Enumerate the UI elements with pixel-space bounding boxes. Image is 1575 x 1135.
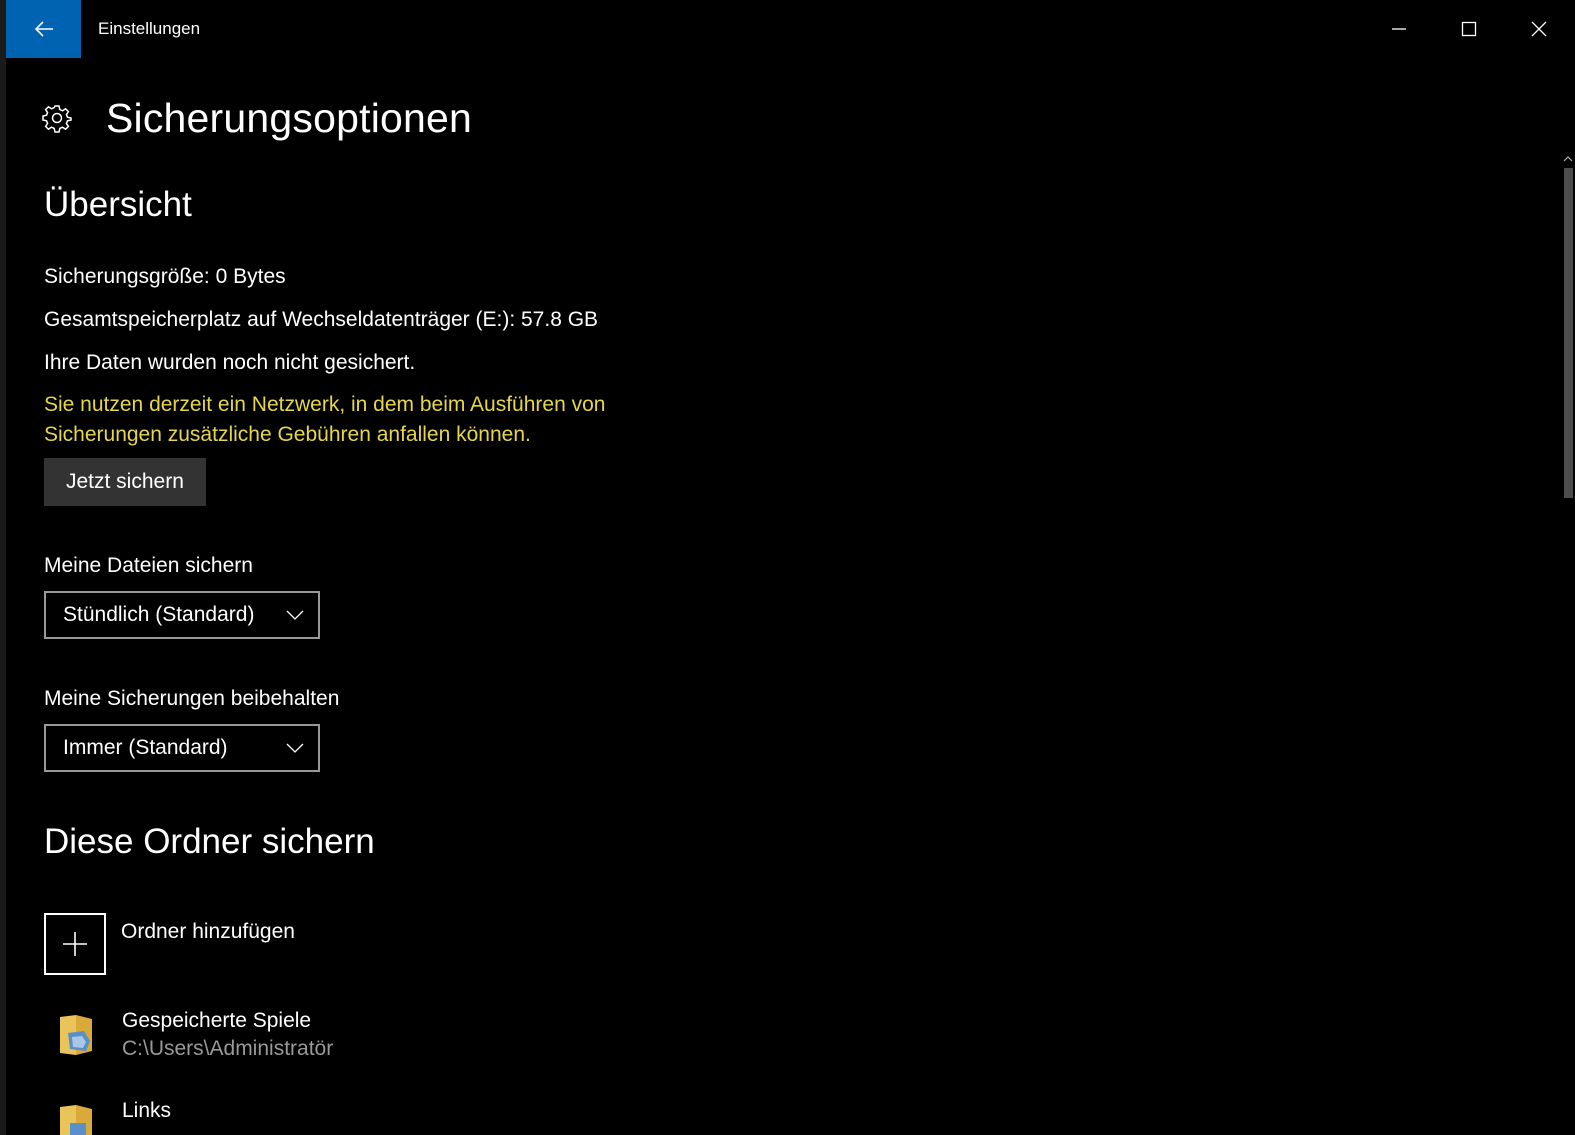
vertical-scrollbar[interactable]	[1562, 152, 1574, 1135]
keep-backups-label: Meine Sicherungen beibehalten	[44, 687, 340, 710]
backup-frequency-select[interactable]: Stündlich (Standard)	[44, 591, 320, 639]
arrow-left-icon	[34, 21, 53, 37]
minimize-button[interactable]	[1364, 0, 1434, 58]
close-button[interactable]	[1504, 0, 1574, 58]
add-folder-button[interactable]: Ordner hinzufügen	[44, 913, 1544, 975]
minimize-icon	[1392, 28, 1406, 30]
metered-network-warning: Sie nutzen derzeit ein Netzwerk, in dem …	[44, 390, 1544, 450]
content-area: Übersicht Sicherungsgröße: 0 Bytes Gesam…	[44, 185, 1544, 1135]
total-space-text: Gesamtspeicherplatz auf Wechseldatenträg…	[44, 308, 599, 331]
add-folder-label: Ordner hinzufügen	[121, 920, 295, 943]
close-icon	[1531, 21, 1547, 37]
folder-icon	[60, 1105, 92, 1135]
settings-window: Einstellungen Sicherungsoptionen Übersic…	[0, 0, 1575, 1135]
keep-backups-select[interactable]: Immer (Standard)	[44, 724, 320, 772]
maximize-icon	[1461, 21, 1477, 37]
keep-backups-value: Immer (Standard)	[63, 736, 228, 759]
folders-heading: Diese Ordner sichern	[44, 822, 375, 861]
folder-name: Links	[122, 1099, 172, 1122]
back-button[interactable]	[6, 0, 81, 58]
chevron-down-icon	[286, 610, 304, 620]
folder-text: Links	[122, 1097, 171, 1125]
folder-item-saved-games[interactable]: Gespeicherte Spiele C:\Users\Administrat…	[44, 1007, 1544, 1063]
app-title: Einstellungen	[98, 19, 201, 38]
warning-line-1: Sie nutzen derzeit ein Netzwerk, in dem …	[44, 393, 606, 416]
title-bar: Einstellungen	[6, 0, 1575, 60]
gear-icon	[42, 105, 72, 133]
backup-files-label: Meine Dateien sichern	[44, 554, 253, 577]
scrollbar-thumb[interactable]	[1564, 168, 1573, 498]
backup-now-button[interactable]: Jetzt sichern	[44, 458, 206, 506]
page-header: Sicherungsoptionen	[42, 92, 472, 144]
backup-size-text: Sicherungsgröße: 0 Bytes	[44, 265, 286, 288]
scroll-up-icon[interactable]	[1562, 152, 1574, 166]
add-folder-box	[44, 913, 106, 975]
folder-path: C:\Users\Administratör	[122, 1037, 334, 1060]
folder-item-links[interactable]: Links	[44, 1097, 1544, 1135]
plus-icon	[63, 932, 87, 956]
backup-status-text: Ihre Daten wurden noch nicht gesichert.	[44, 351, 416, 374]
backup-frequency-value: Stündlich (Standard)	[63, 603, 255, 626]
page-title: Sicherungsoptionen	[106, 94, 473, 141]
overview-heading: Übersicht	[44, 185, 192, 224]
folder-icon	[60, 1015, 92, 1055]
maximize-button[interactable]	[1434, 0, 1504, 58]
warning-line-2: Sicherungen zusätzliche Gebühren anfalle…	[44, 423, 531, 446]
chevron-down-icon	[286, 743, 304, 753]
folder-name: Gespeicherte Spiele	[122, 1009, 312, 1032]
folder-text: Gespeicherte Spiele C:\Users\Administrat…	[122, 1007, 333, 1063]
